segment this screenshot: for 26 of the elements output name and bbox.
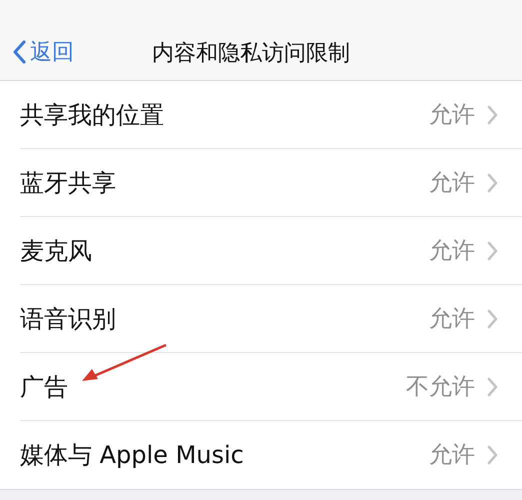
row-label: 广告 (20, 372, 69, 402)
chevron-right-icon (487, 172, 498, 192)
chevron-right-icon (487, 104, 498, 124)
row-label: 共享我的位置 (20, 100, 165, 130)
row-value: 不允许 (406, 373, 475, 402)
chevron-left-icon (12, 40, 26, 64)
settings-row[interactable]: 蓝牙共享 允许 (20, 149, 522, 217)
back-button[interactable]: 返回 (0, 37, 74, 67)
row-value: 允许 (429, 169, 475, 198)
chevron-right-icon (487, 240, 498, 260)
chevron-right-icon (487, 444, 498, 464)
screen-title: 内容和隐私访问限制 (152, 40, 350, 68)
row-value: 允许 (429, 101, 475, 130)
row-value: 允许 (429, 441, 475, 470)
row-label: 语音识别 (20, 304, 117, 334)
row-value: 允许 (429, 305, 475, 334)
settings-row[interactable]: 语音识别 允许 (20, 285, 522, 353)
row-label: 媒体与 Apple Music (20, 440, 245, 470)
settings-row[interactable]: 麦克风 允许 (20, 217, 522, 285)
settings-row[interactable]: 共享我的位置 允许 (20, 81, 522, 149)
chevron-right-icon (487, 376, 498, 396)
row-label: 蓝牙共享 (20, 168, 117, 198)
chevron-right-icon (487, 308, 498, 328)
row-value: 允许 (429, 237, 475, 266)
row-label: 麦克风 (20, 236, 93, 266)
settings-row[interactable]: 媒体与 Apple Music 允许 (20, 421, 522, 488)
